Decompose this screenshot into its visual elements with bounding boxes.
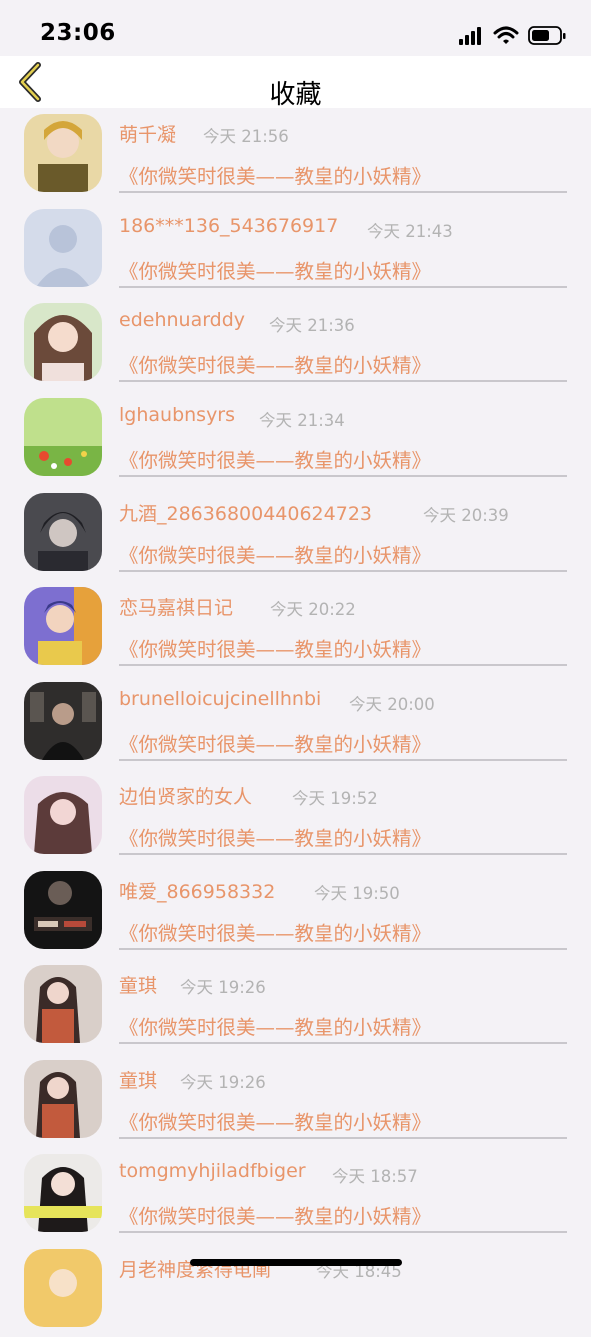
divider (119, 191, 567, 193)
avatar (24, 776, 102, 854)
list-item[interactable]: brunelloicujcinellhnbi 今天 20:00 《你微笑时很美—… (0, 676, 591, 770)
list-item[interactable]: 童琪 今天 19:26 《你微笑时很美——教皇的小妖精》 (0, 959, 591, 1053)
avatar (24, 1249, 102, 1327)
signal-icon (459, 27, 481, 45)
timestamp: 今天 18:57 (332, 1167, 418, 1186)
avatar (24, 1060, 102, 1138)
avatar (24, 114, 102, 192)
avatar (24, 398, 102, 476)
divider (119, 570, 567, 572)
status-icons (459, 24, 569, 48)
divider (119, 380, 567, 382)
list-item[interactable]: 186***136_543676917 今天 21:43 《你微笑时很美——教皇… (0, 203, 591, 297)
page-title: 收藏 (269, 80, 322, 110)
list-item[interactable]: 唯爱_866958332 今天 19:50 《你微笑时很美——教皇的小妖精》 (0, 865, 591, 959)
book-title[interactable]: 《你微笑时很美——教皇的小妖精》 (119, 160, 431, 189)
divider (119, 664, 567, 666)
book-title[interactable]: 《你微笑时很美——教皇的小妖精》 (119, 444, 431, 473)
timestamp: 今天 21:56 (203, 127, 289, 146)
book-title[interactable]: 《你微笑时很美——教皇的小妖精》 (119, 822, 431, 851)
book-title[interactable]: 《你微笑时很美——教皇的小妖精》 (119, 349, 431, 378)
divider (119, 475, 567, 477)
username[interactable]: edehnuarddy (119, 309, 245, 331)
timestamp: 今天 20:39 (423, 506, 509, 525)
divider (119, 1137, 567, 1139)
username[interactable]: 萌千凝 (119, 120, 176, 147)
divider (119, 853, 567, 855)
book-title[interactable]: 《你微笑时很美——教皇的小妖精》 (119, 255, 431, 284)
avatar (24, 965, 102, 1043)
nav-bar: 收藏 (0, 56, 591, 110)
username[interactable]: 九酒_28636800440624723 (119, 499, 372, 526)
timestamp: 今天 19:26 (180, 978, 266, 997)
divider (119, 286, 567, 288)
battery-icon (528, 26, 566, 45)
avatar (24, 303, 102, 381)
status-time: 23:06 (40, 20, 116, 46)
username[interactable]: 边伯贤家的女人 (119, 782, 252, 809)
username[interactable]: 恋马嘉祺日记 (119, 593, 233, 620)
avatar (24, 871, 102, 949)
timestamp: 今天 19:50 (314, 884, 400, 903)
book-title[interactable]: 《你微笑时很美——教皇的小妖精》 (119, 1011, 431, 1040)
avatar (24, 493, 102, 571)
timestamp: 今天 19:52 (292, 789, 378, 808)
book-title[interactable]: 《你微笑时很美——教皇的小妖精》 (119, 1106, 431, 1135)
timestamp: 今天 21:34 (259, 411, 345, 430)
list-item[interactable]: 月老神度紧得龟阐 今天 18:45 (0, 1243, 591, 1337)
timestamp: 今天 21:36 (269, 316, 355, 335)
home-indicator[interactable] (190, 1259, 402, 1266)
divider (119, 759, 567, 761)
divider (119, 948, 567, 950)
book-title[interactable]: 《你微笑时很美——教皇的小妖精》 (119, 539, 431, 568)
avatar (24, 1154, 102, 1232)
book-title[interactable]: 《你微笑时很美——教皇的小妖精》 (119, 633, 431, 662)
username[interactable]: 唯爱_866958332 (119, 877, 275, 904)
book-title[interactable]: 《你微笑时很美——教皇的小妖精》 (119, 917, 431, 946)
timestamp: 今天 21:43 (367, 222, 453, 241)
avatar (24, 682, 102, 760)
wifi-icon (493, 26, 519, 44)
username[interactable]: lghaubnsyrs (119, 404, 235, 426)
timestamp: 今天 20:00 (349, 695, 435, 714)
username[interactable]: 童琪 (119, 1066, 157, 1093)
timestamp: 今天 19:26 (180, 1073, 266, 1092)
list-item[interactable]: 恋马嘉祺日记 今天 20:22 《你微笑时很美——教皇的小妖精》 (0, 581, 591, 675)
avatar (24, 587, 102, 665)
list-item[interactable]: edehnuarddy 今天 21:36 《你微笑时很美——教皇的小妖精》 (0, 297, 591, 391)
username[interactable]: 186***136_543676917 (119, 215, 338, 237)
username[interactable]: brunelloicujcinellhnbi (119, 688, 321, 710)
list-item[interactable]: 童琪 今天 19:26 《你微笑时很美——教皇的小妖精》 (0, 1054, 591, 1148)
timestamp: 今天 20:22 (270, 600, 356, 619)
list-item[interactable]: 九酒_28636800440624723 今天 20:39 《你微笑时很美——教… (0, 487, 591, 581)
list-item[interactable]: lghaubnsyrs 今天 21:34 《你微笑时很美——教皇的小妖精》 (0, 392, 591, 486)
username[interactable]: tomgmyhjiladfbiger (119, 1160, 306, 1182)
book-title[interactable]: 《你微笑时很美——教皇的小妖精》 (119, 728, 431, 757)
list-item[interactable]: 边伯贤家的女人 今天 19:52 《你微笑时很美——教皇的小妖精》 (0, 770, 591, 864)
list-item[interactable]: tomgmyhjiladfbiger 今天 18:57 《你微笑时很美——教皇的… (0, 1148, 591, 1242)
list-item[interactable]: 萌千凝 今天 21:56 《你微笑时很美——教皇的小妖精》 (0, 108, 591, 202)
book-title[interactable]: 《你微笑时很美——教皇的小妖精》 (119, 1200, 431, 1229)
divider (119, 1231, 567, 1233)
username[interactable]: 童琪 (119, 971, 157, 998)
divider (119, 1042, 567, 1044)
avatar (24, 209, 102, 287)
status-bar: 23:06 (0, 0, 591, 56)
